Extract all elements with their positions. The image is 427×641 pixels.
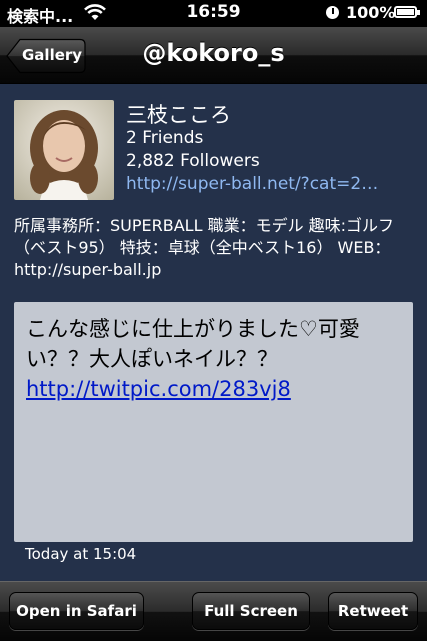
status-bar: 検索中... 16:59 100% <box>0 0 427 27</box>
full-screen-button[interactable]: Full Screen <box>192 592 310 630</box>
tweet-timestamp: Today at 15:04 <box>25 545 137 563</box>
bottom-toolbar: Open in Safari Full Screen Retweet <box>0 581 427 641</box>
nav-title: @kokoro_s <box>142 39 285 67</box>
tweet-link[interactable]: http://twitpic.com/283vj8 <box>26 377 291 401</box>
retweet-button[interactable]: Retweet <box>328 592 418 630</box>
friends-count[interactable]: 2 Friends <box>126 128 203 148</box>
alarm-clock-icon <box>326 6 339 19</box>
followers-count[interactable]: 2,882 Followers <box>126 151 260 171</box>
tweet-text: こんな感じに仕上がりました♡可愛い？？大人ぽいネイル？？ <box>26 317 360 371</box>
battery-icon <box>394 6 420 18</box>
profile-avatar[interactable] <box>14 100 114 200</box>
open-in-safari-button[interactable]: Open in Safari <box>9 592 144 630</box>
tweet-box: こんな感じに仕上がりました♡可愛い？？大人ぽいネイル？？ http://twit… <box>14 302 413 542</box>
profile-url-link[interactable]: http://super-ball.net/?cat=2… <box>126 174 384 194</box>
profile-bio: 所属事務所：SUPERBALL 職業：モデル 趣味:ゴルフ（ベスト95） 特技：… <box>14 216 395 279</box>
navigation-bar: Gallery @kokoro_s <box>0 27 427 84</box>
tweet-detail-content: 三枝こころ 2 Friends 2,882 Followers http://s… <box>0 84 427 581</box>
tweet-body: こんな感じに仕上がりました♡可愛い？？大人ぽいネイル？？ http://twit… <box>26 314 401 404</box>
profile-name: 三枝こころ <box>126 103 231 127</box>
battery-percent: 100% <box>346 3 396 22</box>
